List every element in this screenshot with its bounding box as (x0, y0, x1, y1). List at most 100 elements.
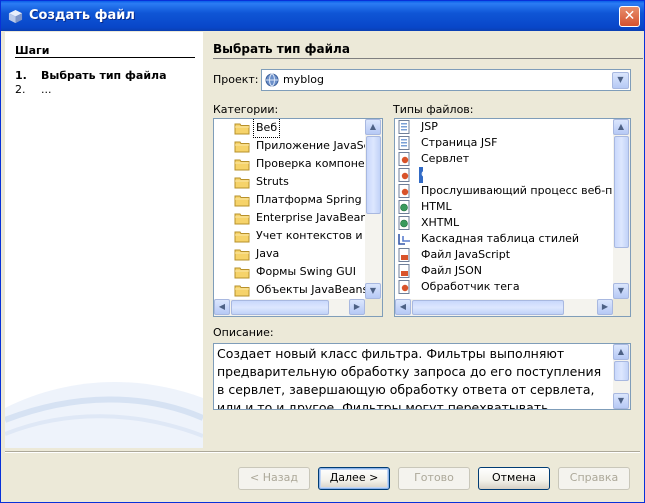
step-2: 2.... (15, 83, 52, 96)
folder-icon (234, 157, 250, 171)
category-label: Struts (256, 175, 289, 188)
json-file-icon (397, 264, 413, 278)
step-1: 1. Выбрать тип файла (15, 69, 167, 82)
step-number: 1. (15, 69, 27, 82)
categories-tree[interactable]: Веб Приложение JavaSer Проверка компонент S… (213, 118, 383, 317)
scroll-up-button[interactable]: ▲ (365, 119, 381, 135)
category-label: Учет контекстов и з (256, 229, 372, 242)
scroll-down-button[interactable]: ▼ (613, 393, 629, 409)
category-label: Приложение JavaSer (256, 139, 375, 152)
scroll-thumb[interactable] (412, 300, 564, 315)
filetype-label: HTML (421, 200, 452, 213)
chevron-right-icon: ▶ (601, 302, 609, 311)
description-text: Создает новый класс фильтра. Фильтры вып… (217, 346, 602, 410)
project-label: Проект: (213, 73, 259, 86)
category-label: Java (256, 247, 280, 260)
listener-icon (397, 184, 413, 198)
chevron-up-icon: ▲ (617, 122, 625, 131)
folder-icon (234, 229, 250, 243)
category-label: Enterprise JavaBeans (256, 211, 374, 224)
xhtml-file-icon (397, 216, 413, 230)
chevron-down-icon: ▼ (617, 286, 625, 295)
filetypes-hscroll[interactable]: ◀ ▶ (395, 299, 613, 316)
folder-icon (234, 283, 250, 297)
scroll-thumb[interactable] (366, 136, 381, 214)
jsf-file-icon (397, 136, 413, 150)
chevron-down-icon: ▼ (617, 75, 624, 84)
step-label: Выбрать тип файла (41, 69, 167, 82)
scroll-thumb[interactable] (614, 136, 629, 248)
folder-icon (234, 193, 250, 207)
help-button[interactable]: Справка (558, 467, 630, 490)
project-value: myblog (283, 73, 324, 86)
filetypes-label: Типы файлов: (393, 103, 474, 116)
chevron-up-icon: ▲ (369, 122, 377, 131)
filetypes-vscroll[interactable]: ▲ ▼ (613, 119, 630, 299)
scroll-thumb[interactable] (231, 300, 329, 315)
categories-label: Категории: (213, 103, 279, 116)
next-button[interactable]: Далее > (318, 467, 390, 490)
scroll-right-button[interactable]: ▶ (597, 299, 613, 315)
folder-icon (234, 139, 250, 153)
scroll-down-button[interactable]: ▼ (365, 283, 381, 299)
folder-icon (234, 265, 250, 279)
folder-icon (234, 175, 250, 189)
categories-vscroll[interactable]: ▲ ▼ (365, 119, 382, 299)
category-label: Веб (252, 119, 281, 138)
panel-heading: Выбрать тип файла (213, 42, 350, 56)
filter-icon (397, 168, 413, 182)
chevron-down-icon: ▼ (369, 286, 377, 295)
close-icon: ✕ (623, 8, 636, 24)
category-label: Платформа Spring (256, 193, 362, 206)
title-bar[interactable]: Создать файл ✕ (1, 1, 644, 31)
categories-hscroll[interactable]: ◀ ▶ (214, 299, 365, 316)
js-file-icon (397, 248, 413, 262)
scroll-left-button[interactable]: ◀ (214, 299, 230, 315)
description-label: Описание: (213, 326, 274, 339)
window-title: Создать файл (29, 8, 135, 23)
filetype-label: Файл JSON (421, 264, 482, 277)
finish-button[interactable]: Готово (398, 467, 470, 490)
category-label: Формы Swing GUI (256, 265, 356, 278)
back-button[interactable]: < Назад (238, 467, 310, 490)
chevron-left-icon: ◀ (399, 302, 407, 311)
servlet-icon (397, 152, 413, 166)
html-file-icon (397, 200, 413, 214)
description-box[interactable]: Создает новый класс фильтра. Фильтры вып… (213, 343, 631, 410)
globe-icon (265, 73, 279, 87)
scroll-right-button[interactable]: ▶ (349, 299, 365, 315)
netbeans-cube-icon (8, 9, 23, 24)
filetypes-list[interactable]: JSP Страница JSF Сервлет Фильтр Прослушивающ… (394, 118, 631, 317)
chevron-left-icon: ◀ (218, 302, 226, 311)
tag-handler-icon (397, 280, 413, 294)
jsp-file-icon (397, 120, 413, 134)
filetype-label: Фильтр (419, 167, 465, 183)
scroll-up-button[interactable]: ▲ (613, 119, 629, 135)
steps-panel: Шаги 1. Выбрать тип файла 2.... (5, 32, 203, 448)
combo-dropdown-button[interactable]: ▼ (612, 72, 629, 89)
scroll-thumb[interactable] (614, 361, 629, 381)
scroll-corner (613, 299, 630, 316)
folder-icon (234, 121, 250, 135)
filetype-label: Прослушивающий процесс веб-прилож (421, 184, 631, 197)
scroll-down-button[interactable]: ▼ (613, 283, 629, 299)
step-label: ... (41, 83, 52, 96)
step-number: 2. (15, 83, 26, 96)
main-panel: Выбрать тип файла Проект: myblog ▼ Катег… (203, 32, 643, 448)
project-combo[interactable]: myblog ▼ (261, 69, 631, 91)
folder-icon (234, 247, 250, 261)
scroll-up-button[interactable]: ▲ (613, 344, 629, 360)
css-file-icon (397, 232, 413, 246)
new-file-dialog: Создать файл ✕ Шаги 1. Выбрать тип файла … (0, 0, 645, 503)
cancel-button[interactable]: Отмена (478, 467, 550, 490)
filetype-label: Файл JavaScript (421, 248, 511, 261)
filetype-label: Обработчик тега (421, 280, 520, 293)
filetype-label: Каскадная таблица стилей (421, 232, 580, 245)
decorative-swoosh (5, 381, 203, 448)
filetype-label: Сервлет (421, 152, 470, 165)
description-vscroll[interactable]: ▲ ▼ (613, 344, 630, 409)
panel-divider (213, 58, 643, 59)
scroll-left-button[interactable]: ◀ (395, 299, 411, 315)
close-button[interactable]: ✕ (619, 6, 640, 27)
filetype-label: Страница JSF (421, 136, 498, 149)
